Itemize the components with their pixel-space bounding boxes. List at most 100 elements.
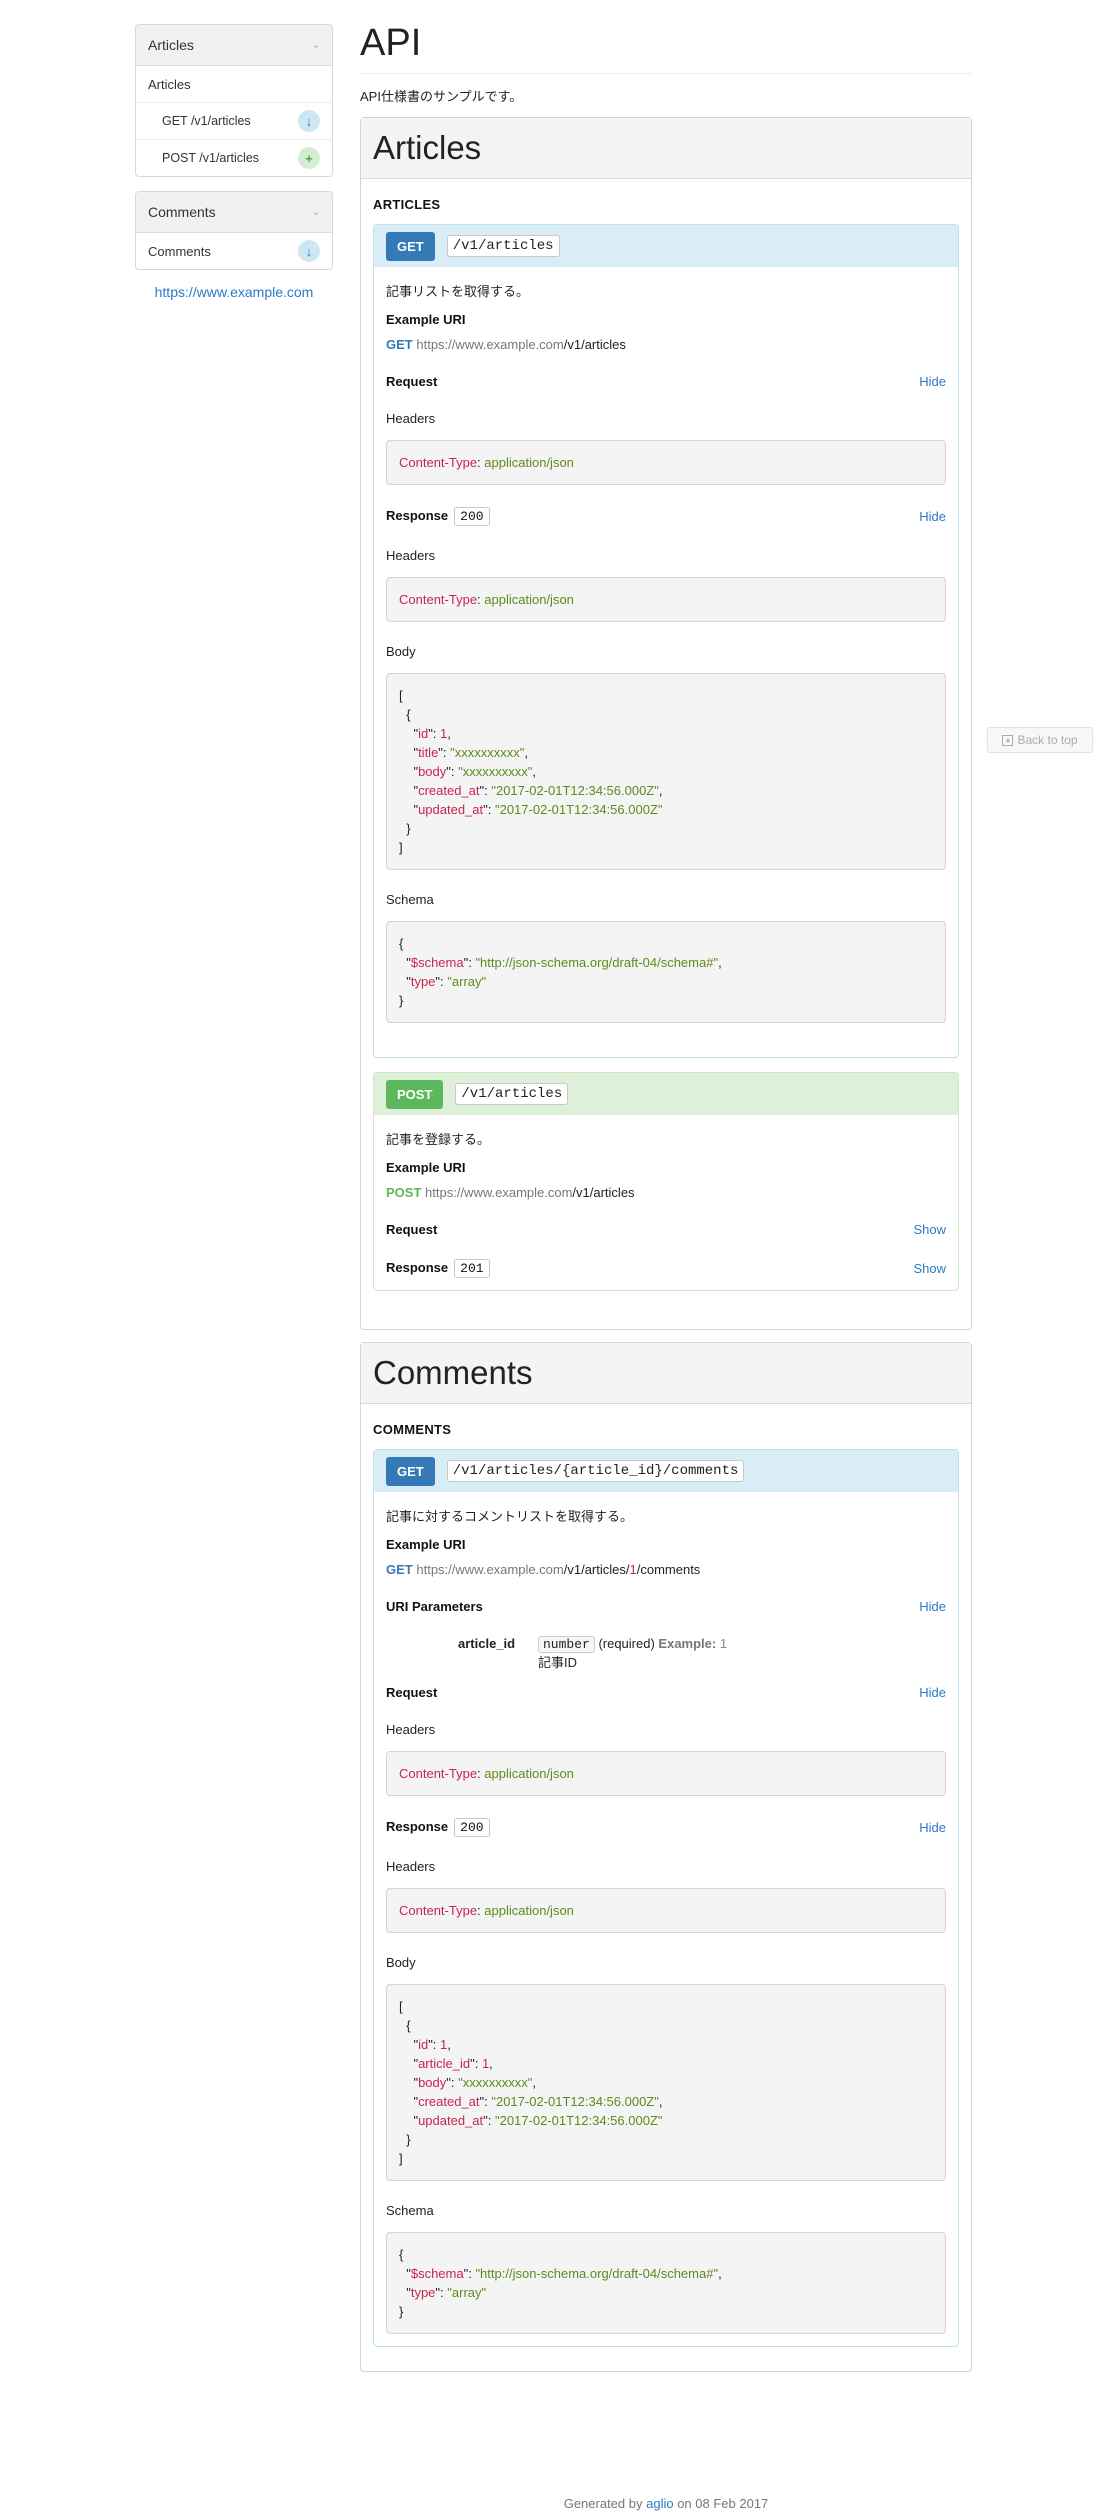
arrow-up-icon: ▲ — [1002, 734, 1014, 746]
header-key: Content-Type — [399, 455, 478, 470]
chevron-down-icon: ⌄ — [311, 39, 320, 51]
schema-label: Schema — [386, 2203, 434, 2218]
resource-name: ARTICLES — [373, 197, 441, 212]
nav-group-articles: Articles ⌄ Articles GET /v1/articles ↓ P… — [135, 24, 333, 177]
example-uri-path: /v1/articles/ — [563, 1562, 630, 1577]
response-body-code: [ { "id": 1, "title": "xxxxxxxxxx", "bod… — [386, 673, 946, 870]
response-title: Response 201 — [386, 1259, 490, 1278]
nav-resource-articles[interactable]: Articles — [136, 66, 332, 103]
example-uri-param: 1 — [629, 1562, 637, 1577]
request-hide-toggle[interactable]: Hide — [919, 1685, 946, 1700]
nav-resource-comments[interactable]: Comments ↓ — [136, 233, 332, 269]
param-example-label: Example: — [658, 1636, 717, 1651]
nav-group-comments: Comments ⌄ Comments ↓ — [135, 191, 333, 270]
footer: Generated by aglio on 08 Feb 2017 — [360, 2496, 972, 2511]
back-to-top-button[interactable]: ▲ Back to top — [987, 727, 1093, 753]
body-label: Body — [386, 644, 416, 659]
action-description: 記事に対するコメントリストを取得する。 — [386, 1509, 634, 1524]
request-show-toggle[interactable]: Show — [913, 1222, 946, 1237]
schema-label: Schema — [386, 892, 434, 907]
response-show-toggle[interactable]: Show — [913, 1261, 946, 1276]
example-uri-path: /v1/articles — [572, 1185, 635, 1200]
json-value: "2017-02-01T12:34:56.000Z" — [491, 2094, 659, 2109]
response-headers-code: Content-Type: application/json — [386, 577, 946, 622]
status-badge: 200 — [454, 507, 490, 526]
json-value: "http://json-schema.org/draft-04/schema#… — [475, 955, 719, 970]
plus-icon: + — [298, 147, 320, 169]
json-value: 1 — [440, 726, 448, 741]
response-title: Response 200 — [386, 1818, 490, 1837]
action-get-comments: GET /v1/articles/{article_id}/comments 記… — [373, 1449, 959, 2347]
json-value: "array" — [447, 2285, 487, 2300]
request-headers-code: Content-Type: application/json — [386, 440, 946, 485]
status-badge: 201 — [454, 1259, 490, 1278]
param-type: number — [538, 1636, 595, 1653]
json-value: "2017-02-01T12:34:56.000Z" — [494, 2113, 663, 2128]
json-value: "2017-02-01T12:34:56.000Z" — [494, 802, 663, 817]
header-key: Content-Type — [399, 1903, 478, 1918]
headers-label: Headers — [386, 1722, 436, 1737]
action-description: 記事リストを取得する。 — [386, 284, 530, 299]
uri-params-title: URI Parameters — [386, 1599, 483, 1614]
nav-item-get-articles[interactable]: GET /v1/articles ↓ — [136, 103, 332, 140]
param-name: article_id — [458, 1636, 516, 1651]
request-title: Request — [386, 374, 438, 389]
nav-resource-label: Articles — [148, 76, 191, 92]
response-row: Response 201 Show — [386, 1259, 946, 1278]
action-uri: /v1/articles/{article_id}/comments — [446, 1460, 745, 1482]
status-badge: 200 — [454, 1818, 490, 1837]
host-link[interactable]: https://www.example.com — [135, 284, 333, 300]
json-value: "2017-02-01T12:34:56.000Z" — [491, 783, 659, 798]
aglio-link[interactable]: aglio — [646, 2496, 673, 2511]
response-hide-toggle[interactable]: Hide — [919, 1820, 946, 1835]
headers-label: Headers — [386, 1859, 436, 1874]
response-label: Response — [386, 1260, 449, 1275]
header-key: Content-Type — [399, 592, 478, 607]
response-row: Response 200 Hide — [386, 507, 946, 526]
example-uri-host: https://www.example.com — [416, 337, 564, 352]
schema-code: { "$schema": "http://json-schema.org/dra… — [386, 2232, 946, 2334]
param-description: 記事ID — [538, 1655, 578, 1670]
headers-label: Headers — [386, 548, 436, 563]
json-value: "http://json-schema.org/draft-04/schema#… — [475, 2266, 719, 2281]
response-hide-toggle[interactable]: Hide — [919, 509, 946, 524]
body-label: Body — [386, 1955, 416, 1970]
request-row: Request Hide — [386, 374, 946, 389]
request-hide-toggle[interactable]: Hide — [919, 374, 946, 389]
example-uri-label: Example URI — [386, 1537, 466, 1552]
example-uri-label: Example URI — [386, 312, 466, 327]
back-to-top-label: Back to top — [1017, 733, 1078, 747]
nav-group-title: Comments — [148, 204, 216, 220]
arrow-down-icon: ↓ — [298, 240, 320, 262]
header-value: application/json — [484, 1766, 574, 1781]
header-value: application/json — [484, 592, 574, 607]
method-badge: GET — [386, 231, 435, 261]
example-uri-method: GET — [386, 337, 413, 352]
schema-code: { "$schema": "http://json-schema.org/dra… — [386, 921, 946, 1023]
main-content: API API仕様書のサンプルです。 Articles ARTICLES GET… — [360, 22, 972, 2384]
action-post-articles: POST /v1/articles 記事を登録する。 Example URI P… — [373, 1072, 959, 1291]
example-uri-host: https://www.example.com — [416, 1562, 564, 1577]
response-title: Response 200 — [386, 507, 490, 526]
json-value: 1 — [440, 2037, 448, 2052]
nav-group-header-comments[interactable]: Comments ⌄ — [136, 192, 332, 233]
action-header: GET /v1/articles/{article_id}/comments — [374, 1450, 958, 1492]
response-label: Response — [386, 1819, 449, 1834]
json-value: "xxxxxxxxxx" — [450, 745, 525, 760]
nav-item-label: POST /v1/articles — [162, 151, 260, 165]
request-row: Request Hide — [386, 1685, 946, 1700]
example-uri-path: /comments — [636, 1562, 701, 1577]
nav-item-post-articles[interactable]: POST /v1/articles + — [136, 140, 332, 176]
example-uri-label: Example URI — [386, 1160, 466, 1175]
response-headers-code: Content-Type: application/json — [386, 1888, 946, 1933]
json-value: "array" — [447, 974, 487, 989]
request-row: Request Show — [386, 1222, 946, 1237]
response-row: Response 200 Hide — [386, 1818, 946, 1837]
action-description: 記事を登録する。 — [386, 1132, 491, 1147]
sidebar: Articles ⌄ Articles GET /v1/articles ↓ P… — [135, 24, 333, 300]
request-headers-code: Content-Type: application/json — [386, 1751, 946, 1796]
nav-group-header-articles[interactable]: Articles ⌄ — [136, 25, 332, 66]
uri-params-hide-toggle[interactable]: Hide — [919, 1599, 946, 1614]
example-uri: GET https://www.example.com/v1/articles — [386, 337, 946, 352]
chevron-down-icon: ⌄ — [311, 206, 320, 218]
